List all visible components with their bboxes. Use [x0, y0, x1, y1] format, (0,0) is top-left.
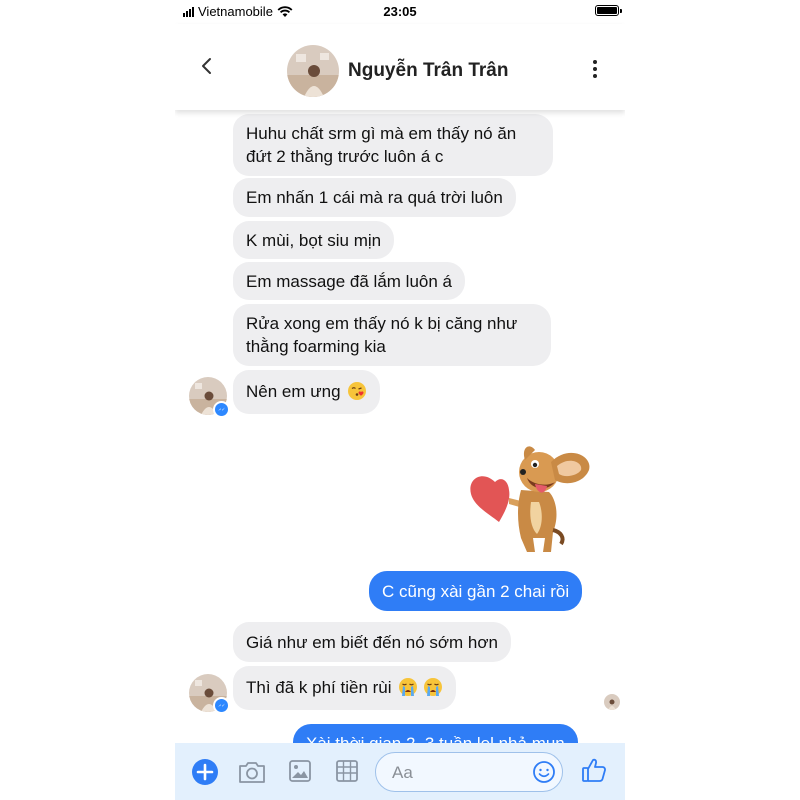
- crying-emoji: [424, 678, 442, 696]
- conversation-header: Nguyễn Trân Trân: [175, 24, 625, 110]
- message-bubble-incoming[interactable]: Rửa xong em thấy nó k bị căng như thằng …: [233, 304, 551, 366]
- kissing-heart-emoji: [348, 382, 367, 400]
- crying-emoji: [399, 678, 418, 696]
- sticker-grid-icon[interactable]: [334, 758, 360, 784]
- back-arrow-icon[interactable]: [197, 56, 217, 76]
- message-line: Huhu chất srm gì mà em thấy nó ăn: [246, 124, 517, 143]
- message-input[interactable]: [375, 752, 563, 792]
- message-bubble-incoming[interactable]: Em massage đã lắm luôn á: [233, 262, 465, 300]
- read-receipt-avatar: [604, 694, 620, 710]
- smiley-icon[interactable]: [532, 760, 556, 784]
- message-bubble-outgoing[interactable]: C cũng xài gần 2 chai rồi: [369, 571, 583, 611]
- photo-icon[interactable]: [287, 758, 313, 784]
- more-options-icon[interactable]: [587, 58, 603, 80]
- message-bubble-incoming[interactable]: Thì đã k phí tiền rùi: [233, 666, 456, 710]
- plus-icon[interactable]: [191, 758, 219, 786]
- message-bubble-incoming[interactable]: Em nhấn 1 cái mà ra quá trời luôn: [233, 178, 516, 217]
- dog-with-heart-sticker[interactable]: [465, 442, 600, 562]
- message-bubble-incoming[interactable]: K mùi, bọt siu mịn: [233, 221, 395, 259]
- messenger-badge-icon: [213, 697, 230, 714]
- message-bubble-incoming[interactable]: Nên em ưng: [233, 370, 381, 414]
- message-text: Thì đã k phí tiền rùi: [246, 678, 392, 697]
- message-bubble-incoming[interactable]: Giá như em biết đến nó sớm hơn: [233, 622, 511, 662]
- status-bar: Vietnamobile 23:05: [175, 0, 625, 24]
- contact-avatar[interactable]: [287, 45, 339, 97]
- message-composer: [175, 743, 625, 800]
- thumbs-up-icon[interactable]: [580, 756, 608, 784]
- camera-icon[interactable]: [237, 759, 267, 785]
- message-line: thằng foarming kia: [246, 337, 386, 356]
- contact-name[interactable]: Nguyễn Trân Trân: [348, 60, 508, 82]
- messenger-screen: Vietnamobile 23:05 Nguyễn Trân Trân Huhu…: [175, 0, 625, 800]
- battery-icon: [595, 5, 622, 16]
- message-line: đứt 2 thằng trước luôn á c: [246, 147, 444, 166]
- status-time: 23:05: [383, 4, 417, 19]
- message-bubble-incoming[interactable]: Huhu chất srm gì mà em thấy nó ăn đứt 2 …: [233, 114, 553, 176]
- messenger-badge-icon: [213, 401, 230, 418]
- message-text: Nên em ưng: [246, 382, 341, 401]
- message-line: Rửa xong em thấy nó k bị căng như: [246, 314, 518, 333]
- message-text-field[interactable]: [390, 761, 524, 785]
